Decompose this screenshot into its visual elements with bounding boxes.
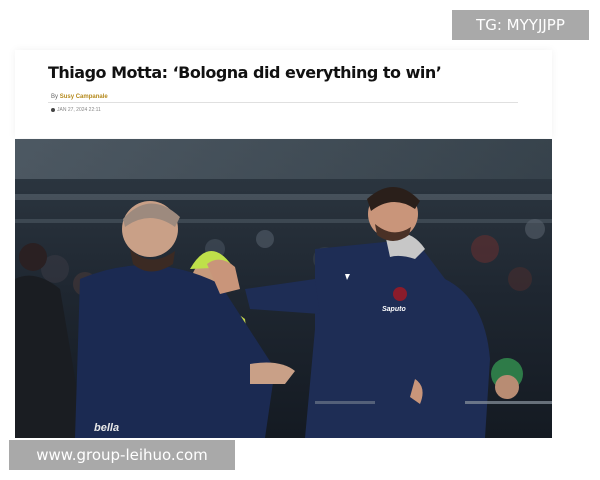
article-header: Thiago Motta: ‘Bologna did everything to… — [15, 50, 552, 138]
byline-prefix: By — [51, 94, 59, 100]
article-photo: Saputo bella — [15, 139, 552, 438]
divider — [48, 102, 518, 103]
byline: By Susy Campanale — [51, 94, 108, 100]
article-title: Thiago Motta: ‘Bologna did everything to… — [48, 63, 442, 82]
photo-illustration — [15, 139, 552, 438]
article-date: JAN 27, 2024 22:11 — [57, 107, 101, 113]
watermark-url: www.group-leihuo.com — [9, 440, 235, 470]
clock-icon — [51, 108, 55, 112]
shirt-sponsor-text: Saputo — [382, 306, 406, 313]
watermark-url-text: www.group-leihuo.com — [36, 446, 208, 464]
author-link[interactable]: Susy Campanale — [60, 94, 108, 100]
watermark-tg-text: TG: MYYJJPP — [476, 16, 565, 34]
dateline: JAN 27, 2024 22:11 — [51, 107, 101, 113]
watermark-tg: TG: MYYJJPP — [452, 10, 589, 40]
jacket-trim-text: bella — [94, 422, 120, 434]
